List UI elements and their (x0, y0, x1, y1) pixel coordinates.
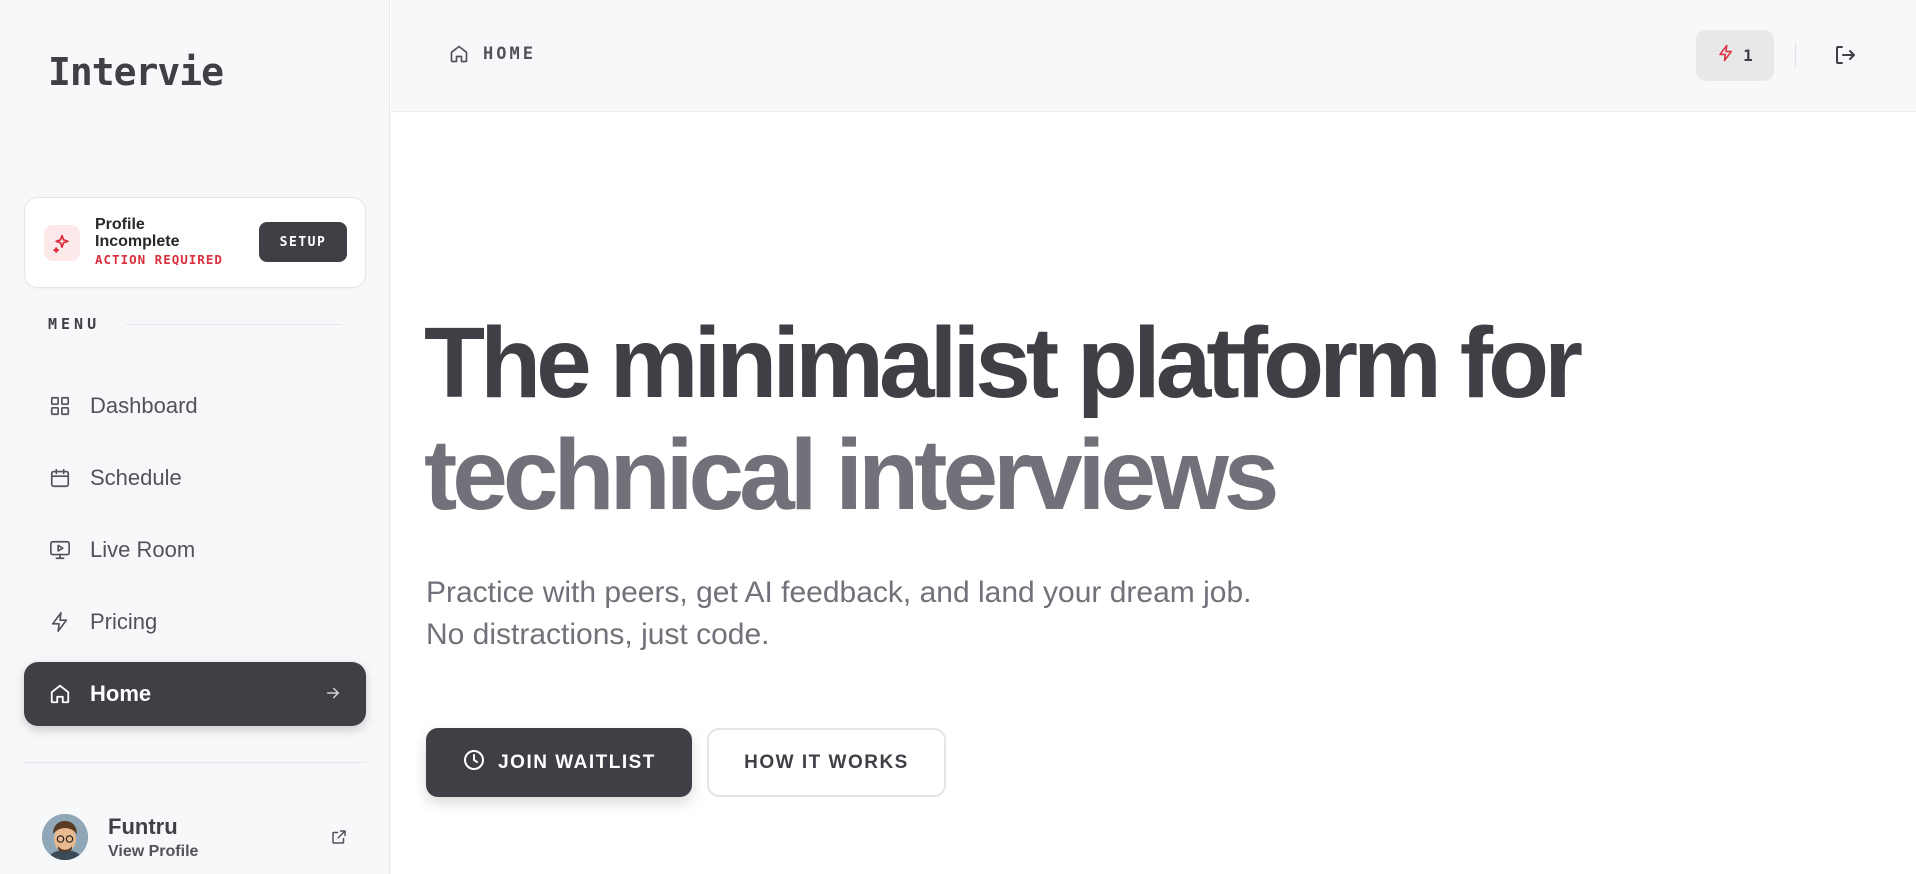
sidebar-item-label: Dashboard (90, 393, 198, 418)
home-icon (48, 682, 72, 706)
external-link-icon[interactable] (330, 828, 348, 851)
lightning-icon (48, 610, 72, 634)
sidebar-item-label: Home (90, 681, 152, 706)
sidebar-item-label: Pricing (90, 609, 158, 634)
credits-count: 1 (1743, 46, 1753, 65)
logout-icon[interactable] (1833, 43, 1857, 72)
sidebar-item-home[interactable]: Home (24, 662, 366, 726)
calendar-icon (48, 466, 72, 490)
app-logo[interactable]: Intervie (48, 50, 224, 94)
top-bar: HOME 1 (391, 0, 1916, 112)
hero-subtitle: Practice with peers, get AI feedback, an… (426, 576, 1252, 651)
sidebar-item-dashboard[interactable]: Dashboard (24, 374, 366, 438)
user-name: Funtru (108, 814, 178, 839)
clock-icon (462, 748, 486, 778)
breadcrumb: HOME (483, 44, 536, 64)
how-it-works-button[interactable]: HOW IT WORKS (707, 728, 946, 797)
monitor-play-icon (48, 538, 72, 562)
sidebar-divider (24, 762, 366, 763)
menu-heading: MENU (48, 315, 101, 333)
profile-incomplete-card: Profile Incomplete ACTION REQUIRED SETUP (24, 197, 366, 288)
sidebar: Intervie Profile Incomplete ACTION REQUI… (0, 0, 390, 874)
avatar[interactable] (42, 814, 88, 860)
hero-title-line-1: The minimalist platform for (424, 307, 1583, 419)
lightning-icon (1717, 44, 1735, 67)
menu-divider (126, 324, 342, 325)
grid-icon (48, 394, 72, 418)
sparkles-icon (44, 225, 80, 261)
hero-title-line-2: technical interviews (424, 419, 1279, 531)
setup-button[interactable]: SETUP (259, 222, 347, 262)
sidebar-item-schedule[interactable]: Schedule (24, 446, 366, 510)
credits-badge[interactable]: 1 (1696, 30, 1774, 81)
home-icon (449, 44, 469, 69)
profile-card-status: ACTION REQUIRED (95, 252, 223, 267)
header-divider (1795, 42, 1796, 68)
sidebar-item-label: Live Room (90, 537, 196, 562)
profile-card-title: Profile Incomplete (95, 216, 180, 250)
arrow-right-icon (324, 684, 342, 707)
sidebar-item-label: Schedule (90, 465, 182, 490)
view-profile-link[interactable]: View Profile (108, 843, 198, 861)
sidebar-item-live-room[interactable]: Live Room (24, 518, 366, 582)
sidebar-item-pricing[interactable]: Pricing (24, 590, 366, 654)
join-waitlist-label: JOIN WAITLIST (498, 751, 656, 773)
join-waitlist-button[interactable]: JOIN WAITLIST (426, 728, 692, 797)
